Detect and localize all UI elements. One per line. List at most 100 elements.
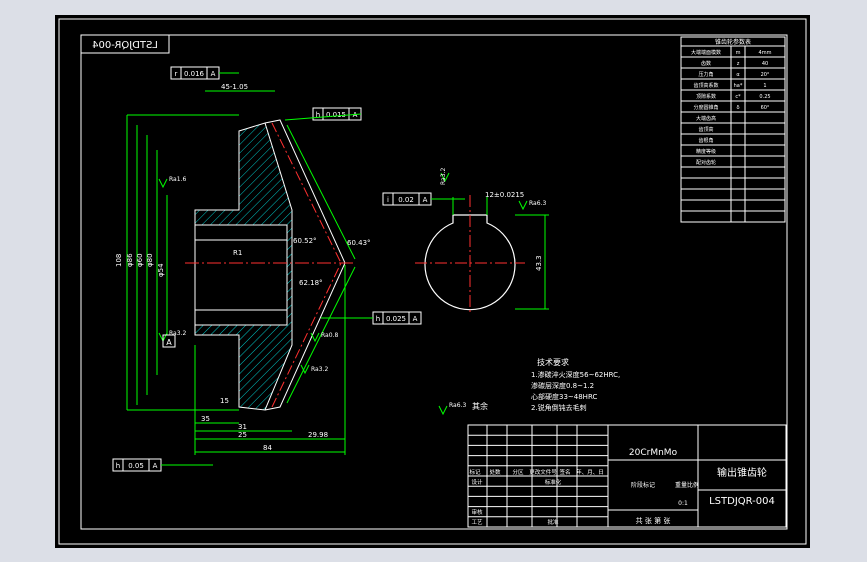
cad-drawing: LSTDJQR-004 108 φ86 φ60 φ80 φ54 R1 45-1.… <box>58 18 807 545</box>
tolerance-frame: r 0.016 A <box>170 66 220 80</box>
tolerance-frame: h 0.05 A <box>112 458 162 472</box>
table-cell: m <box>736 50 741 56</box>
title-header: 签名 <box>559 468 570 476</box>
table-cell: c* <box>735 94 741 100</box>
rough-6: Ra6.3 <box>529 200 546 207</box>
table-cell: 齿根角 <box>698 137 713 144</box>
gear-parameter-table: 锥齿轮参数表 大端端面模数 m 4mm 齿数 z 40 压力角 α 20° 齿顶高系数 ha* 1 顶隙… <box>680 36 786 223</box>
title-header: 更改文件号 <box>529 468 557 476</box>
svg-text:A: A <box>423 196 428 204</box>
dim-b1: 15 <box>220 397 229 405</box>
notes-line: 1.渗碳淬火深度56~62HRC, <box>531 370 620 379</box>
table-cell: 顶隙系数 <box>696 93 716 100</box>
svg-text:0.05: 0.05 <box>128 462 144 470</box>
title-header: 分区 <box>512 468 524 476</box>
table-cell: δ <box>736 105 739 111</box>
dim-d5: φ54 <box>157 263 165 277</box>
datum-label: A <box>166 338 172 347</box>
svg-text:h: h <box>376 315 380 323</box>
rough-5: Ra3.2 <box>440 168 447 185</box>
roughness-icon <box>158 178 168 189</box>
svg-text:A: A <box>413 315 418 323</box>
dim-d3: φ60 <box>136 253 144 267</box>
general-roughness-label: 其余 <box>472 401 488 411</box>
table-cell: 分度圆锥角 <box>693 104 718 111</box>
stage-label: 阶段标记 <box>631 481 655 489</box>
dim-b2: 31 <box>238 423 247 431</box>
rough-1: Ra1.6 <box>169 176 186 183</box>
title-role: 设计 <box>471 478 483 486</box>
tolerance-frame: h 0.025 A <box>372 311 422 325</box>
title-role: 审核 <box>471 508 483 516</box>
title-role: 标准化 <box>545 478 562 486</box>
general-roughness: Ra6.3 <box>449 402 466 409</box>
dim-d4: φ80 <box>146 253 154 267</box>
table-cell: 60° <box>761 105 770 111</box>
table-cell: 齿顶高 <box>698 126 713 133</box>
part-name: 输出锥齿轮 <box>717 466 767 479</box>
dim-top: 45-1.05 <box>221 83 248 91</box>
tolerance-frame: h 0.015 A <box>312 107 362 121</box>
dim-angle2: 62.18° <box>299 279 323 287</box>
table-cell: 齿数 <box>701 60 711 67</box>
rough-3: Ra0.8 <box>321 332 338 339</box>
part-code: LSTDJQR-004 <box>709 496 775 507</box>
sheet-label: 共 张 第 张 <box>636 516 671 525</box>
tol-value: 0.016 <box>184 70 205 78</box>
title-block: 20CrMnMo 输出锥齿轮 LSTDJQR-004 0:1 共 张 第 张 阶… <box>467 424 787 528</box>
tolerance-frame: i 0.02 A <box>382 192 432 206</box>
tol-datum: A <box>211 70 216 78</box>
scale-label: 比例 <box>687 481 699 489</box>
table-header: 锥齿轮参数表 <box>715 38 751 46</box>
dim-b5: 84 <box>263 444 272 452</box>
title-role: 工艺 <box>471 519 483 526</box>
title-header: 处数 <box>489 468 501 476</box>
dim-angle1: 60.52° <box>293 237 317 245</box>
rough-2: Ra3.2 <box>169 330 186 337</box>
table-cell: 20° <box>761 72 770 78</box>
rough-4: Ra3.2 <box>311 366 328 373</box>
dim-d2: φ86 <box>126 253 134 267</box>
title-header: 年、月、日 <box>576 468 604 476</box>
dim-r1: R1 <box>233 249 242 257</box>
table-cell: 40 <box>762 61 768 67</box>
dim-b4: 29.98 <box>308 431 328 439</box>
tol-symbol: r <box>175 70 178 78</box>
title-role: 批准 <box>547 518 559 526</box>
dim-tip-angle: 60.43° <box>347 239 371 247</box>
scale: 0:1 <box>678 500 688 507</box>
table-cell: 齿顶高系数 <box>693 82 718 89</box>
notes-line: 2.锐角倒钝去毛刺 <box>531 403 587 412</box>
weight-label: 重量 <box>675 481 687 489</box>
dim-d1: 108 <box>115 254 123 267</box>
table-cell: z <box>737 61 740 67</box>
roughness-icon <box>438 405 448 416</box>
material: 20CrMnMo <box>629 448 678 458</box>
table-cell: 4mm <box>759 50 772 56</box>
drawing-sheet: LSTDJQR-004 108 φ86 φ60 φ80 φ54 R1 45-1.… <box>55 15 810 548</box>
gear-section-view: 108 φ86 φ60 φ80 φ54 R1 45-1.05 15 35 31 … <box>115 83 371 455</box>
table-cell: 0.25 <box>759 94 770 100</box>
roughness-icon <box>518 200 528 211</box>
notes-title: 技术要求 <box>537 357 569 367</box>
notes-line: 心部硬度33~48HRC <box>531 392 597 401</box>
table-cell: 1 <box>763 83 766 89</box>
keyway-view: 12±0.0215 43.3 Ra3.2 Ra6.3 <box>415 168 549 315</box>
table-cell: 精度等级 <box>696 148 716 155</box>
table-cell: α <box>736 72 740 78</box>
dim-b6: 35 <box>201 415 210 423</box>
dim-key-height: 43.3 <box>535 255 543 271</box>
notes-line: 渗碳层深度0.8~1.2 <box>531 381 594 390</box>
table-cell: 压力角 <box>698 71 713 78</box>
title-header: 标记 <box>469 468 481 476</box>
dim-keyway: 12±0.0215 <box>485 191 524 199</box>
table-cell: ha* <box>734 83 743 89</box>
svg-text:i: i <box>387 196 389 204</box>
roughness-icon <box>310 332 320 343</box>
svg-text:0.02: 0.02 <box>398 196 414 204</box>
mirrored-code: LSTDJQR-004 <box>92 40 158 51</box>
technical-notes: 技术要求 1.渗碳淬火深度56~62HRC, 渗碳层深度0.8~1.2 心部硬度… <box>531 357 620 412</box>
table-cell: 大端齿高 <box>696 115 716 122</box>
svg-text:A: A <box>153 462 158 470</box>
table-cell: 大端端面模数 <box>691 49 721 56</box>
